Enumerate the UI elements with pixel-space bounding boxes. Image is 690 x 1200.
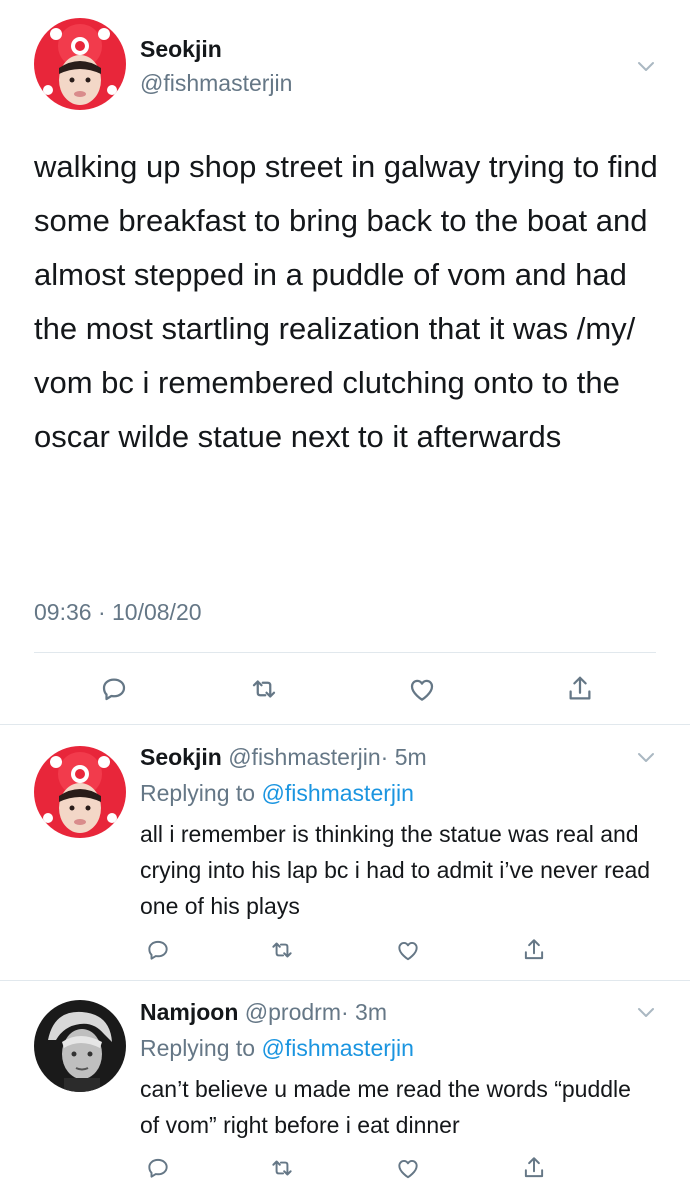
retweet-icon[interactable] — [264, 1152, 300, 1184]
reply-icon[interactable] — [140, 934, 176, 966]
heart-icon[interactable] — [390, 1152, 426, 1184]
reply-icon[interactable] — [140, 1152, 176, 1184]
reply-header: Namjoon @prodrm· 3m — [140, 999, 387, 1026]
main-tweet-text: walking up shop street in galway trying … — [34, 149, 658, 454]
share-icon[interactable] — [516, 934, 552, 966]
chevron-down-icon[interactable] — [634, 1001, 658, 1025]
reply-icon[interactable] — [94, 672, 134, 706]
replying-to-line: Replying to @fishmasterjin — [140, 1035, 414, 1062]
reply-handle[interactable]: @fishmasterjin — [228, 744, 380, 770]
share-icon[interactable] — [560, 672, 600, 706]
retweet-icon[interactable] — [244, 672, 284, 706]
reply-display-name[interactable]: Seokjin — [140, 744, 222, 770]
replying-to-link[interactable]: @fishmasterjin — [261, 780, 413, 806]
divider — [0, 724, 690, 725]
heart-icon[interactable] — [390, 934, 426, 966]
chevron-down-icon[interactable] — [634, 55, 658, 79]
share-icon[interactable] — [516, 1152, 552, 1184]
avatar-namjoon[interactable] — [34, 1000, 126, 1092]
replying-to-line: Replying to @fishmasterjin — [140, 780, 414, 807]
divider — [34, 652, 656, 653]
reply-age: · 3m — [340, 999, 387, 1025]
replying-to-label: Replying to — [140, 780, 256, 806]
reply-display-name[interactable]: Namjoon — [140, 999, 238, 1025]
reply-handle[interactable]: @prodrm — [245, 999, 341, 1025]
reply-tweet-text: all i remember is thinking the statue wa… — [140, 821, 651, 919]
main-timestamp[interactable]: 09:36 · 10/08/20 — [34, 599, 202, 626]
divider — [0, 980, 690, 981]
retweet-icon[interactable] — [264, 934, 300, 966]
reply-age: · 5m — [380, 744, 427, 770]
replying-to-label: Replying to — [140, 1035, 256, 1061]
avatar-seokjin[interactable] — [34, 18, 126, 110]
avatar-seokjin[interactable] — [34, 746, 126, 838]
reply-header: Seokjin @fishmasterjin· 5m — [140, 744, 427, 771]
replying-to-link[interactable]: @fishmasterjin — [261, 1035, 413, 1061]
main-display-name[interactable]: Seokjin — [140, 36, 222, 63]
chevron-down-icon[interactable] — [634, 746, 658, 770]
heart-icon[interactable] — [402, 672, 442, 706]
reply-tweet-text: can’t believe u made me read the words “… — [140, 1076, 631, 1138]
main-handle[interactable]: @fishmasterjin — [140, 70, 292, 97]
